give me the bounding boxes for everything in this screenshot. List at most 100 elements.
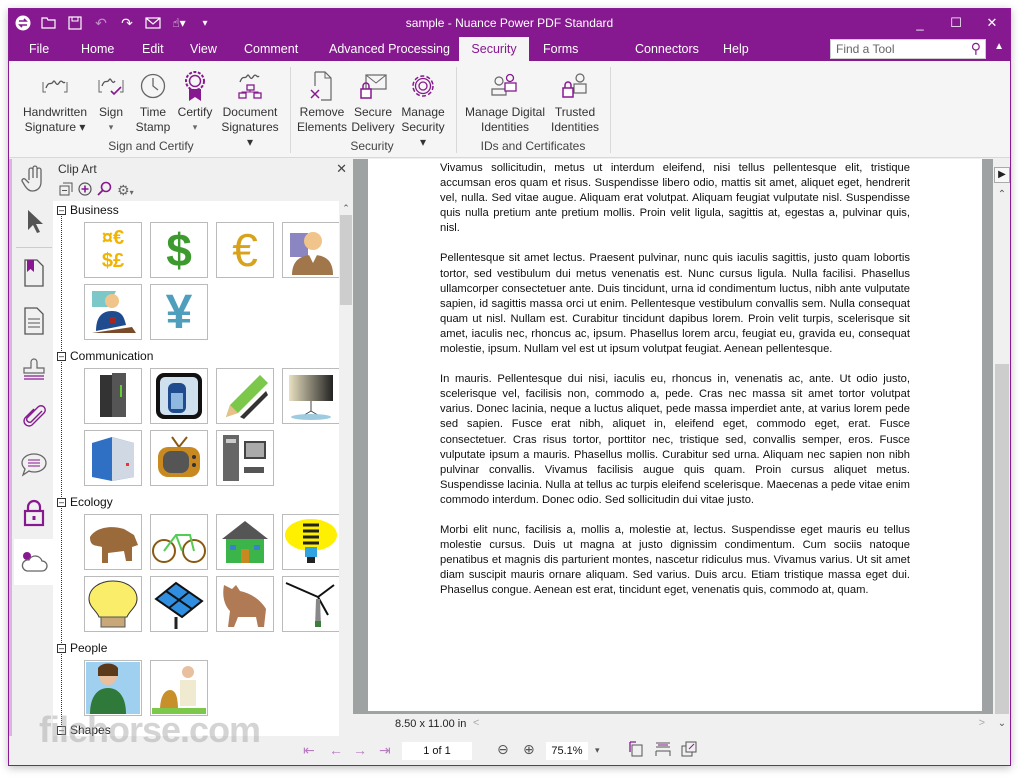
document-vertical-scrollbar[interactable]: ▶ ⌃ ⌄ — [993, 159, 1010, 729]
collapse-all-icon[interactable] — [59, 182, 73, 199]
scroll-up-icon[interactable]: ⌃ — [339, 201, 353, 215]
clipart-man-with-dog[interactable] — [150, 660, 208, 716]
scroll-right-icon[interactable]: > — [979, 717, 985, 729]
attachments-icon[interactable] — [16, 399, 52, 435]
first-page-icon[interactable]: ⇤ — [303, 742, 315, 759]
clipart-bicycle[interactable] — [150, 514, 208, 570]
pdf-page[interactable]: Vivamus sollicitudin, metus ut interdum … — [368, 159, 982, 711]
search-icon[interactable]: ⚲ — [971, 40, 981, 57]
collapse-ribbon-icon[interactable]: ▲ — [994, 41, 1004, 52]
close-button[interactable]: ✕ — [974, 9, 1010, 37]
clipart-television[interactable] — [150, 430, 208, 486]
add-clipart-icon[interactable] — [78, 181, 92, 199]
tab-connectors[interactable]: Connectors — [625, 37, 709, 61]
label-line2: Stamp — [135, 120, 171, 134]
category-communication[interactable]: – Communication — [57, 349, 153, 363]
previous-page-icon[interactable]: ← — [329, 742, 343, 758]
clipart-man-with-coffee[interactable] — [84, 284, 142, 340]
scroll-left-icon[interactable]: < — [473, 717, 479, 729]
collapse-toggle-icon[interactable]: – — [57, 351, 66, 361]
pages-icon[interactable] — [16, 303, 52, 339]
next-page-icon[interactable]: → — [353, 742, 367, 758]
category-people[interactable]: – People — [57, 641, 107, 655]
zoom-out-icon[interactable]: ⊖ — [497, 741, 509, 758]
collapse-toggle-icon[interactable]: – — [57, 643, 66, 653]
zoom-dropdown-icon[interactable]: ▾ — [595, 745, 600, 756]
scroll-up-icon[interactable]: ⌃ — [993, 189, 1010, 200]
category-ecology[interactable]: – Ecology — [57, 495, 113, 509]
clipart-server-rack[interactable] — [84, 368, 142, 424]
sign-button[interactable]: Sign ▾ — [93, 67, 129, 135]
document-signatures-button[interactable]: Document Signatures ▾ — [217, 67, 283, 150]
minimize-button[interactable]: _ — [902, 9, 938, 37]
fit-page-icon[interactable] — [629, 741, 643, 760]
security-lock-icon[interactable] — [16, 495, 52, 531]
zoom-level-field[interactable]: 75.1% — [546, 742, 588, 760]
clipart-green-house[interactable] — [216, 514, 274, 570]
maximize-button[interactable]: ☐ — [938, 9, 974, 37]
panel-title: Clip Art — [58, 162, 97, 176]
clipart-yen-sign[interactable]: ¥ — [150, 284, 208, 340]
tab-view[interactable]: View — [180, 37, 227, 61]
search-clipart-icon[interactable] — [97, 181, 112, 199]
clipart-gold-euro[interactable]: € — [216, 222, 274, 278]
comments-icon[interactable] — [16, 447, 52, 483]
certify-button[interactable]: Certify ▾ — [175, 67, 215, 135]
clipart-woman[interactable] — [84, 660, 142, 716]
open-window-icon[interactable] — [681, 741, 697, 760]
tab-advanced-processing[interactable]: Advanced Processing — [319, 37, 460, 61]
tab-file[interactable]: File — [19, 37, 59, 61]
document-viewport[interactable]: Vivamus sollicitudin, metus ut interdum … — [353, 159, 993, 714]
clip-art-scrollbar[interactable]: ⌃ ⌄ — [339, 201, 353, 744]
clipart-wind-turbine[interactable] — [282, 576, 339, 632]
secure-delivery-button[interactable]: Secure Delivery — [350, 67, 396, 135]
collapse-toggle-icon[interactable]: – — [57, 205, 66, 215]
tab-edit[interactable]: Edit — [132, 37, 174, 61]
close-panel-icon[interactable]: ✕ — [336, 161, 347, 177]
tab-home[interactable]: Home — [71, 37, 124, 61]
find-tool-input[interactable]: Find a Tool ⚲ — [830, 39, 986, 59]
clipart-cell-phone[interactable] — [150, 368, 208, 424]
select-tool-icon[interactable] — [16, 203, 52, 239]
clipart-pencil[interactable] — [216, 368, 274, 424]
page-number-field[interactable]: 1 of 1 — [402, 742, 472, 760]
clipart-cougar[interactable] — [216, 576, 274, 632]
bookmarks-icon[interactable] — [16, 255, 52, 291]
clipart-bear[interactable] — [84, 514, 142, 570]
next-panel-arrow-icon[interactable]: ▶ — [994, 167, 1010, 183]
tab-comment[interactable]: Comment — [234, 37, 308, 61]
tab-security[interactable]: Security — [459, 37, 529, 61]
stamps-icon[interactable] — [16, 351, 52, 387]
last-page-icon[interactable]: ⇥ — [379, 742, 391, 759]
clipart-blue-server[interactable] — [84, 430, 142, 486]
clipart-solar-panel[interactable] — [150, 576, 208, 632]
hand-tool-icon[interactable] — [16, 161, 52, 197]
cloud-icon[interactable] — [14, 539, 54, 585]
collapse-toggle-icon[interactable]: – — [57, 497, 66, 507]
ribbon: Handwritten Signature ▾ Sign ▾ Time Stam… — [9, 61, 1010, 158]
manage-security-button[interactable]: Manage Security ▾ — [398, 67, 448, 150]
handwritten-signature-button[interactable]: Handwritten Signature ▾ — [19, 67, 91, 135]
clipart-projector-screen[interactable] — [282, 368, 339, 424]
trusted-identities-icon — [547, 67, 603, 105]
clipart-desktop-computer[interactable] — [216, 430, 274, 486]
clipart-currency-symbols[interactable]: ¤€ $£ — [84, 222, 142, 278]
tab-forms[interactable]: Forms — [533, 37, 588, 61]
scroll-down-icon[interactable]: ⌄ — [993, 718, 1010, 729]
zoom-in-icon[interactable]: ⊕ — [523, 741, 535, 758]
tab-help[interactable]: Help — [713, 37, 759, 61]
scrollbar-thumb[interactable] — [995, 364, 1009, 714]
trusted-identities-button[interactable]: Trusted Identities — [547, 67, 603, 135]
clipart-green-dollar[interactable]: $ — [150, 222, 208, 278]
fit-width-icon[interactable] — [655, 741, 671, 760]
rail-divider — [16, 247, 52, 248]
clipart-businessman[interactable] — [282, 222, 339, 278]
clipart-cfl-bulb[interactable] — [282, 514, 339, 570]
clipart-light-bulb[interactable] — [84, 576, 142, 632]
category-business[interactable]: – Business — [57, 203, 119, 217]
scrollbar-thumb[interactable] — [340, 215, 352, 305]
settings-gear-icon[interactable]: ⚙▾ — [117, 182, 134, 199]
manage-digital-identities-button[interactable]: Manage Digital Identities — [463, 67, 547, 135]
time-stamp-button[interactable]: Time Stamp — [133, 67, 173, 135]
remove-elements-button[interactable]: Remove Elements — [296, 67, 348, 135]
